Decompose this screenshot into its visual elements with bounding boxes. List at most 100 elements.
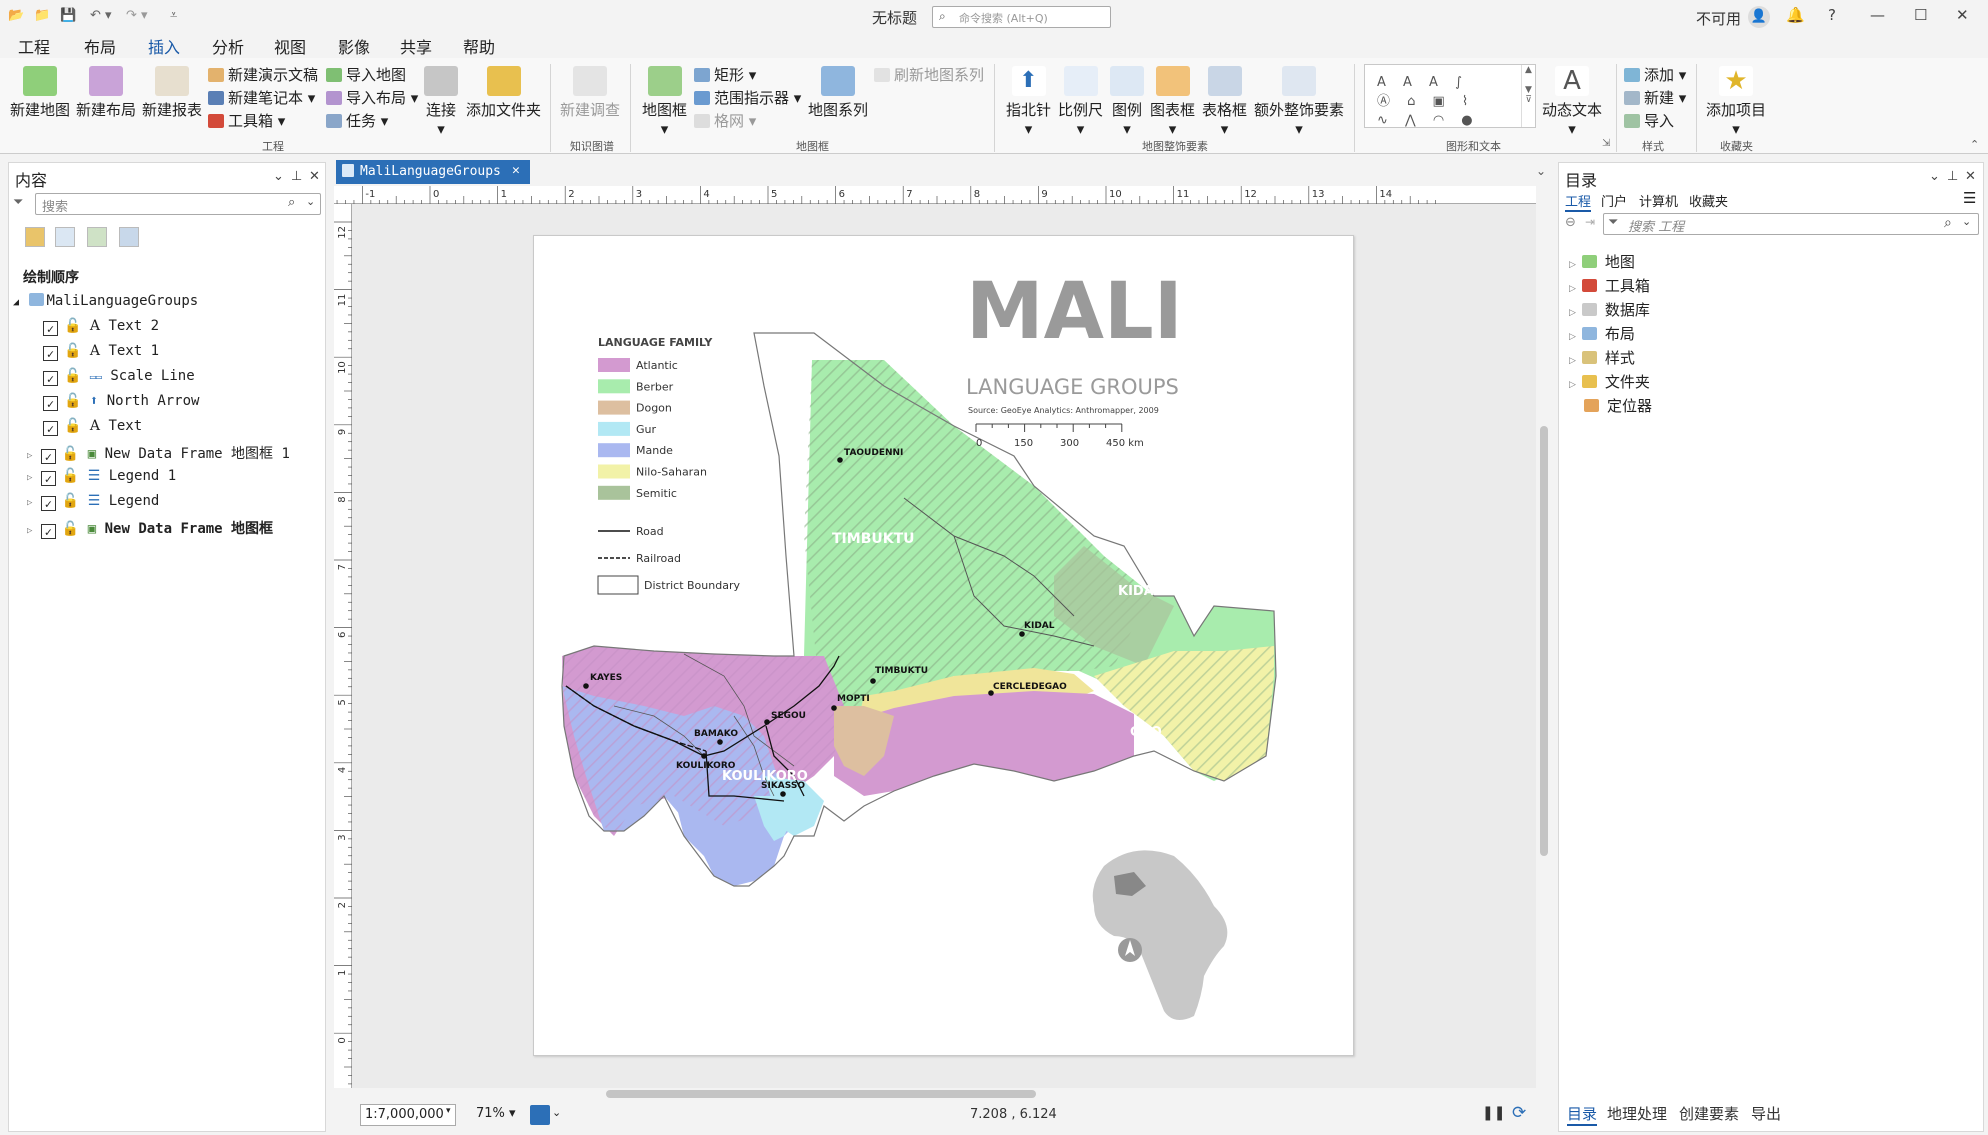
toolbox-button[interactable]: 工具箱 ▾ xyxy=(208,110,285,131)
menu-layout[interactable]: 布局 xyxy=(84,34,116,58)
style-import-button[interactable]: 导入 xyxy=(1624,110,1674,131)
expand-triangle-icon[interactable]: ▷ xyxy=(27,498,32,508)
new-layout-button[interactable]: 新建布局 xyxy=(76,66,136,120)
visibility-checkbox[interactable]: ✓ xyxy=(40,524,56,539)
visibility-checkbox[interactable]: ✓ xyxy=(40,449,56,464)
redo-icon[interactable]: ↷ ▾ xyxy=(126,8,148,23)
vertical-scrollbar[interactable] xyxy=(1538,206,1550,1086)
zoom-selector[interactable]: 71% ▾ xyxy=(472,1104,522,1126)
back-icon[interactable]: ⊖ xyxy=(1565,215,1576,230)
expand-triangle-icon[interactable]: ▷ xyxy=(27,451,32,461)
horizontal-scroll-thumb[interactable] xyxy=(606,1090,1036,1098)
connect-button[interactable]: 连接 ▾ xyxy=(424,66,458,138)
menu-help[interactable]: 帮助 xyxy=(463,34,495,58)
snapping-icon[interactable] xyxy=(530,1105,550,1125)
map-frame-button[interactable]: 地图框 ▾ xyxy=(642,66,687,138)
tab-bottom-catalog[interactable]: 目录 xyxy=(1567,1103,1598,1126)
toc-item-legend[interactable]: ▷ ✓ 🔓 ☰ Legend xyxy=(27,493,159,513)
tab-layout[interactable]: MaliLanguageGroups ✕ xyxy=(336,160,530,184)
expand-triangle-icon[interactable]: ◢ xyxy=(13,297,19,308)
menu-imagery[interactable]: 影像 xyxy=(338,34,370,58)
command-search-input[interactable]: ⌕ 命令搜索 (Alt+Q) xyxy=(932,6,1111,28)
lock-icon[interactable]: 🔓 xyxy=(64,418,81,434)
filter-icon[interactable]: ⏷ xyxy=(13,195,23,210)
toc-item-north-arrow[interactable]: ✓ 🔓 ⬆ North Arrow xyxy=(43,393,199,413)
extra-surround-button[interactable]: 额外整饰要素 ▾ xyxy=(1254,66,1344,138)
vertical-scroll-thumb[interactable] xyxy=(1540,426,1548,856)
forward-icon[interactable]: ⇥ xyxy=(1585,215,1595,229)
user-avatar-icon[interactable]: 👤 xyxy=(1748,6,1770,28)
new-presentation-button[interactable]: 新建演示文稿 xyxy=(208,64,318,85)
scale-selector[interactable]: 1:7,000,000 xyxy=(360,1104,456,1126)
tab-catalog-portal[interactable]: 门户 xyxy=(1601,191,1627,210)
style-new-button[interactable]: 新建 ▾ xyxy=(1624,87,1686,108)
map-series-button[interactable]: 地图系列 xyxy=(808,66,868,120)
toc-item-data-frame[interactable]: ▷ ✓ 🔓 ▣ New Data Frame 地图框 xyxy=(27,518,273,539)
expand-triangle-icon[interactable]: ▷ xyxy=(1569,284,1576,294)
tab-list-icon[interactable]: ⌄ xyxy=(1536,164,1546,178)
import-layout-button[interactable]: 导入布局 ▾ xyxy=(326,87,418,108)
tab-catalog-favorites[interactable]: 收藏夹 xyxy=(1689,191,1728,210)
lock-icon[interactable]: 🔓 xyxy=(64,318,81,334)
lock-icon[interactable]: 🔓 xyxy=(64,393,81,409)
tab-bottom-create-features[interactable]: 创建要素 xyxy=(1679,1103,1739,1124)
task-button[interactable]: 任务 ▾ xyxy=(326,110,388,131)
undo-icon[interactable]: ↶ ▾ xyxy=(90,8,112,23)
horizontal-scrollbar[interactable] xyxy=(354,1088,1536,1100)
maximize-icon[interactable]: ☐ xyxy=(1914,6,1927,24)
visibility-checkbox[interactable]: ✓ xyxy=(43,321,58,336)
add-item-button[interactable]: ★ 添加项目 ▾ xyxy=(1706,66,1766,138)
visibility-checkbox[interactable]: ✓ xyxy=(43,421,58,436)
gallery-scroll[interactable]: ▲ ▼ ⊽ xyxy=(1521,65,1535,127)
pin-icon[interactable]: ⊥ xyxy=(1947,169,1958,184)
visibility-checkbox[interactable]: ✓ xyxy=(40,496,56,511)
extent-indicator-button[interactable]: 范围指示器 ▾ xyxy=(694,87,801,108)
tab-catalog-computer[interactable]: 计算机 xyxy=(1639,191,1678,210)
import-map-button[interactable]: 导入地图 xyxy=(326,64,406,85)
notification-icon[interactable]: 🔔 xyxy=(1786,6,1805,24)
catalog-item-locators[interactable]: 定位器 xyxy=(1578,395,1652,416)
refresh-icon[interactable]: ⟳ xyxy=(1512,1103,1526,1123)
lock-icon[interactable]: 🔓 xyxy=(62,468,79,484)
expand-triangle-icon[interactable]: ▷ xyxy=(1569,380,1576,390)
tab-bottom-export[interactable]: 导出 xyxy=(1751,1103,1781,1124)
toc-item-text[interactable]: ✓ 🔓 A Text xyxy=(43,418,142,438)
new-notebook-button[interactable]: 新建笔记本 ▾ xyxy=(208,87,315,108)
visibility-checkbox[interactable]: ✓ xyxy=(43,396,58,411)
help-icon[interactable]: ? xyxy=(1828,6,1836,24)
toc-item-text-1[interactable]: ✓ 🔓 A Text 1 xyxy=(43,343,159,363)
open-project-icon[interactable]: 📂 xyxy=(8,8,24,23)
toc-item-text-2[interactable]: ✓ 🔓 A Text 2 xyxy=(43,318,159,338)
collapse-ribbon-icon[interactable]: ⌃ xyxy=(1970,138,1979,151)
search-dropdown-icon[interactable]: ⌄ xyxy=(306,195,315,208)
toc-item-legend-1[interactable]: ▷ ✓ 🔓 ☰ Legend 1 xyxy=(27,468,176,488)
save-icon[interactable]: 💾 xyxy=(60,8,76,23)
catalog-item-folders[interactable]: ▷ 文件夹 xyxy=(1569,371,1650,392)
menu-icon[interactable]: ☰ xyxy=(1963,189,1976,207)
scale-dropdown-icon[interactable]: ▾ xyxy=(446,1106,451,1116)
pane-options-icon[interactable]: ⌄ xyxy=(1929,169,1940,184)
pane-options-icon[interactable]: ⌄ xyxy=(273,169,284,184)
toc-root-layout[interactable]: ◢ MaliLanguageGroups xyxy=(13,293,198,313)
expand-triangle-icon[interactable]: ▷ xyxy=(27,526,32,536)
open-icon[interactable]: 📁 xyxy=(34,8,50,23)
menu-analysis[interactable]: 分析 xyxy=(212,34,244,58)
expand-triangle-icon[interactable]: ▷ xyxy=(1569,356,1576,366)
lock-icon[interactable]: 🔓 xyxy=(64,343,81,359)
filter-icon[interactable]: ⏷ xyxy=(1608,215,1618,230)
expand-triangle-icon[interactable]: ▷ xyxy=(1569,308,1576,318)
dynamic-text-button[interactable]: A 动态文本 ▾ xyxy=(1542,66,1602,138)
expand-triangle-icon[interactable]: ▷ xyxy=(1569,260,1576,270)
toc-item-data-frame-1[interactable]: ▷ ✓ 🔓 ▣ New Data Frame 地图框 1 xyxy=(27,443,290,464)
style-add-button[interactable]: 添加 ▾ xyxy=(1624,64,1686,85)
snapping-dropdown-icon[interactable]: ⌄ xyxy=(552,1106,561,1119)
customize-toolbar-icon[interactable]: ⩡ xyxy=(170,8,177,23)
toc-item-scale-line[interactable]: ✓ 🔓 ▭▭ Scale Line xyxy=(43,368,195,388)
close-pane-icon[interactable]: ✕ xyxy=(309,169,320,184)
catalog-item-maps[interactable]: ▷ 地图 xyxy=(1569,251,1635,272)
close-icon[interactable]: ✕ xyxy=(1956,6,1969,24)
tab-catalog-project[interactable]: 工程 xyxy=(1565,191,1592,212)
selection-view-icon[interactable] xyxy=(87,227,107,247)
chart-frame-button[interactable]: 图表框 ▾ xyxy=(1150,66,1195,138)
menu-project[interactable]: 工程 xyxy=(18,34,50,58)
